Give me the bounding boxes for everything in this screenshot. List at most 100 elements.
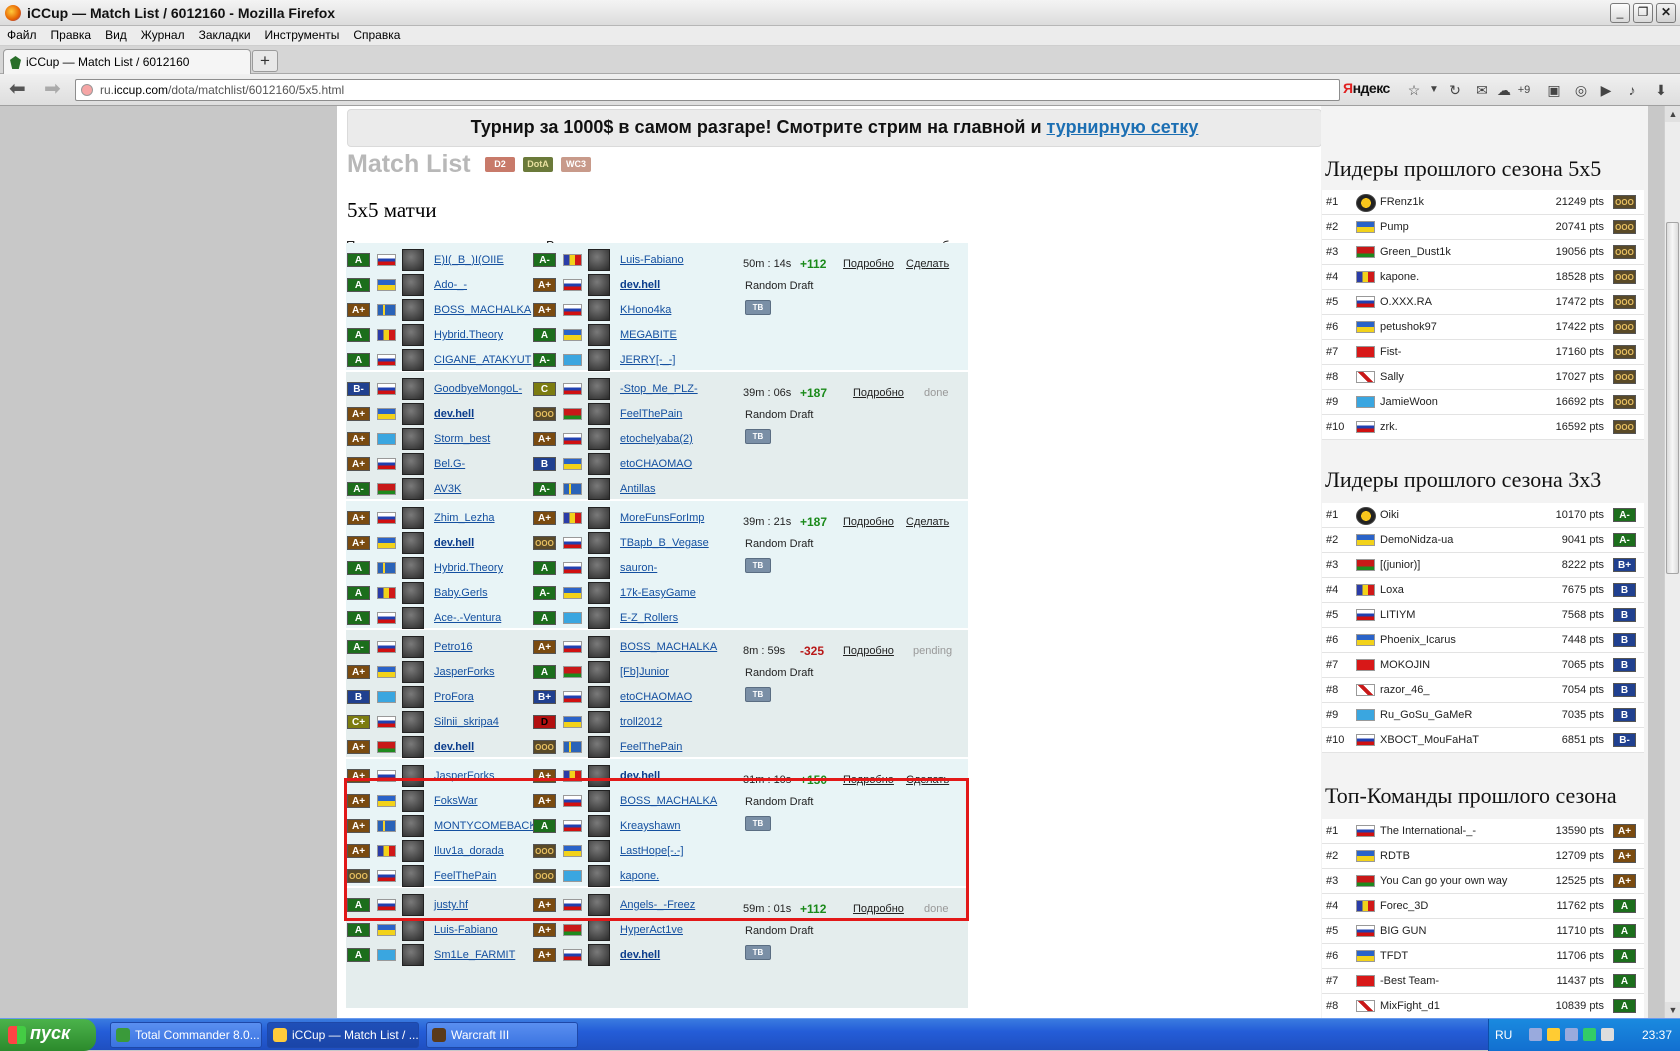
scroll-thumb[interactable] [1666, 222, 1679, 574]
tv-button[interactable]: TB [745, 945, 771, 960]
player-link[interactable]: 17k-EasyGame [620, 587, 696, 599]
player-link[interactable]: etoCHAOMAO [620, 691, 692, 703]
menu-edit[interactable]: Правка [44, 26, 99, 45]
leaderboard-row[interactable]: #9 JamieWoon 16692 pts OOO [1322, 390, 1644, 415]
player-link[interactable]: dev.hell [620, 770, 660, 782]
player-name[interactable]: razor_46_ [1380, 684, 1430, 696]
url-bar[interactable]: ru.iccup.com/dota/matchlist/6012160/5x5.… [75, 79, 1340, 101]
player-name[interactable]: Oiki [1380, 509, 1399, 521]
leaderboard-row[interactable]: #4 Forec_3D 11762 pts A [1322, 894, 1644, 919]
leaderboard-row[interactable]: #2 Pump 20741 pts OOO [1322, 215, 1644, 240]
details-link[interactable]: Подробно [843, 774, 894, 786]
maximize-button[interactable]: ❐ [1633, 3, 1653, 23]
tab-iccup[interactable]: iCCup — Match List / 6012160 [3, 49, 251, 74]
player-name[interactable]: Pump [1380, 221, 1409, 233]
mail-icon[interactable]: ✉ [1473, 81, 1491, 99]
player-name[interactable]: XBOCT_MouFaHaT [1380, 734, 1479, 746]
player-name[interactable]: -Best Team- [1380, 975, 1439, 987]
yandex-search-logo[interactable]: Яндекс [1343, 80, 1401, 100]
player-name[interactable]: zrk. [1380, 421, 1398, 433]
player-link[interactable]: HyperAct1ve [620, 924, 683, 936]
player-link[interactable]: Kreayshawn [620, 820, 681, 832]
leaderboard-row[interactable]: #2 RDTB 12709 pts A+ [1322, 844, 1644, 869]
task-warcraft[interactable]: Warcraft III [426, 1022, 578, 1048]
menu-help[interactable]: Справка [346, 26, 407, 45]
leaderboard-row[interactable]: #3 Green_Dust1k 19056 pts OOO [1322, 240, 1644, 265]
leaderboard-row[interactable]: #1 FRenz1k 21249 pts OOO [1322, 190, 1644, 215]
leaderboard-row[interactable]: #4 Loxa 7675 pts B [1322, 578, 1644, 603]
player-name[interactable]: MOKOJIN [1380, 659, 1430, 671]
leaderboard-row[interactable]: #8 MixFight_d1 10839 pts A [1322, 994, 1644, 1018]
tray-icon-4[interactable] [1583, 1028, 1596, 1041]
player-name[interactable]: Sally [1380, 371, 1404, 383]
menu-tools[interactable]: Инструменты [258, 26, 347, 45]
player-name[interactable]: TFDT [1380, 950, 1408, 962]
tv-button[interactable]: TB [745, 816, 771, 831]
player-link[interactable]: FeelThePain [620, 741, 682, 753]
player-link[interactable]: troll2012 [620, 716, 662, 728]
player-name[interactable]: Fist- [1380, 346, 1401, 358]
player-link[interactable]: TBapb_B_Vegase [620, 537, 709, 549]
task-firefox[interactable]: iCCup — Match List / ... [267, 1022, 419, 1048]
player-link[interactable]: MEGABITE [620, 329, 677, 341]
menu-file[interactable]: Файл [0, 26, 44, 45]
player-link[interactable]: KHono4ka [620, 304, 671, 316]
tray-icon-2[interactable] [1547, 1028, 1560, 1041]
player-link[interactable]: Angels-_-Freez [620, 899, 695, 911]
player-link[interactable]: BOSS_MACHALKA [620, 641, 717, 653]
tray-icon-3[interactable] [1565, 1028, 1578, 1041]
player-name[interactable]: LITIYM [1380, 609, 1415, 621]
bookmark-star-icon[interactable]: ☆ [1405, 81, 1423, 99]
leaderboard-row[interactable]: #4 kapone. 18528 pts OOO [1322, 265, 1644, 290]
leaderboard-row[interactable]: #7 Fist- 17160 pts OOO [1322, 340, 1644, 365]
player-link[interactable]: kapone. [620, 870, 659, 882]
player-link[interactable]: sauron- [620, 562, 657, 574]
player-link[interactable]: dev.hell [620, 949, 660, 961]
complain-link[interactable]: Сделать [906, 516, 949, 528]
play-icon[interactable]: ▶ [1597, 81, 1615, 99]
download-icon[interactable]: ⬇ [1652, 81, 1670, 99]
leaderboard-row[interactable]: #1 The International-_- 13590 pts A+ [1322, 819, 1644, 844]
menu-history[interactable]: Журнал [134, 26, 192, 45]
dropdown-arrow-icon[interactable]: ▼ [1425, 81, 1443, 99]
details-link[interactable]: Подробно [843, 516, 894, 528]
tray-icon-5[interactable] [1601, 1028, 1614, 1041]
player-link[interactable]: LastHope[-.-] [620, 845, 684, 857]
details-link[interactable]: Подробно [853, 903, 904, 915]
player-name[interactable]: The International-_- [1380, 825, 1476, 837]
leaderboard-row[interactable]: #6 TFDT 11706 pts A [1322, 944, 1644, 969]
language-indicator[interactable]: RU [1495, 1028, 1512, 1042]
player-name[interactable]: Phoenix_Icarus [1380, 634, 1456, 646]
player-name[interactable]: DemoNidza-ua [1380, 534, 1453, 546]
start-button[interactable]: пуск [0, 1019, 96, 1051]
leaderboard-row[interactable]: #10 zrk. 16592 pts OOO [1322, 415, 1644, 440]
leaderboard-row[interactable]: #5 O.XXX.RA 17472 pts OOO [1322, 290, 1644, 315]
player-name[interactable]: You Can go your own way [1380, 875, 1507, 887]
player-link[interactable]: Antillas [620, 483, 655, 495]
close-button[interactable]: ✕ [1656, 3, 1676, 23]
complain-link[interactable]: Сделать [906, 774, 949, 786]
minimize-button[interactable]: _ [1610, 3, 1630, 23]
menu-view[interactable]: Вид [98, 26, 134, 45]
task-total-commander[interactable]: Total Commander 8.0... [110, 1022, 262, 1048]
vertical-scrollbar[interactable]: ▲ ▼ [1664, 106, 1680, 1018]
menu-bookmarks[interactable]: Закладки [192, 26, 258, 45]
leaderboard-row[interactable]: #7 -Best Team- 11437 pts A [1322, 969, 1644, 994]
addon-icon[interactable]: ▣ [1545, 81, 1563, 99]
details-link[interactable]: Подробно [843, 258, 894, 270]
player-name[interactable]: Loxa [1380, 584, 1404, 596]
d2-badge[interactable]: D2 [485, 157, 515, 172]
reload-icon[interactable]: ↻ [1446, 81, 1464, 99]
leaderboard-row[interactable]: #7 MOKOJIN 7065 pts B [1322, 653, 1644, 678]
player-link[interactable]: dev.hell [620, 279, 660, 291]
player-name[interactable]: JamieWoon [1380, 396, 1438, 408]
bracket-link[interactable]: турнирную сетку [1047, 117, 1199, 137]
volume-icon[interactable]: ♪ [1623, 81, 1641, 99]
player-name[interactable]: BIG GUN [1380, 925, 1426, 937]
leaderboard-row[interactable]: #5 BIG GUN 11710 pts A [1322, 919, 1644, 944]
player-link[interactable]: etochelyaba(2) [620, 433, 693, 445]
player-name[interactable]: Ru_GoSu_GaMeR [1380, 709, 1472, 721]
back-arrow-icon[interactable]: ⬅ [9, 79, 26, 99]
dota-badge[interactable]: DotA [523, 157, 553, 172]
leaderboard-row[interactable]: #9 Ru_GoSu_GaMeR 7035 pts B [1322, 703, 1644, 728]
